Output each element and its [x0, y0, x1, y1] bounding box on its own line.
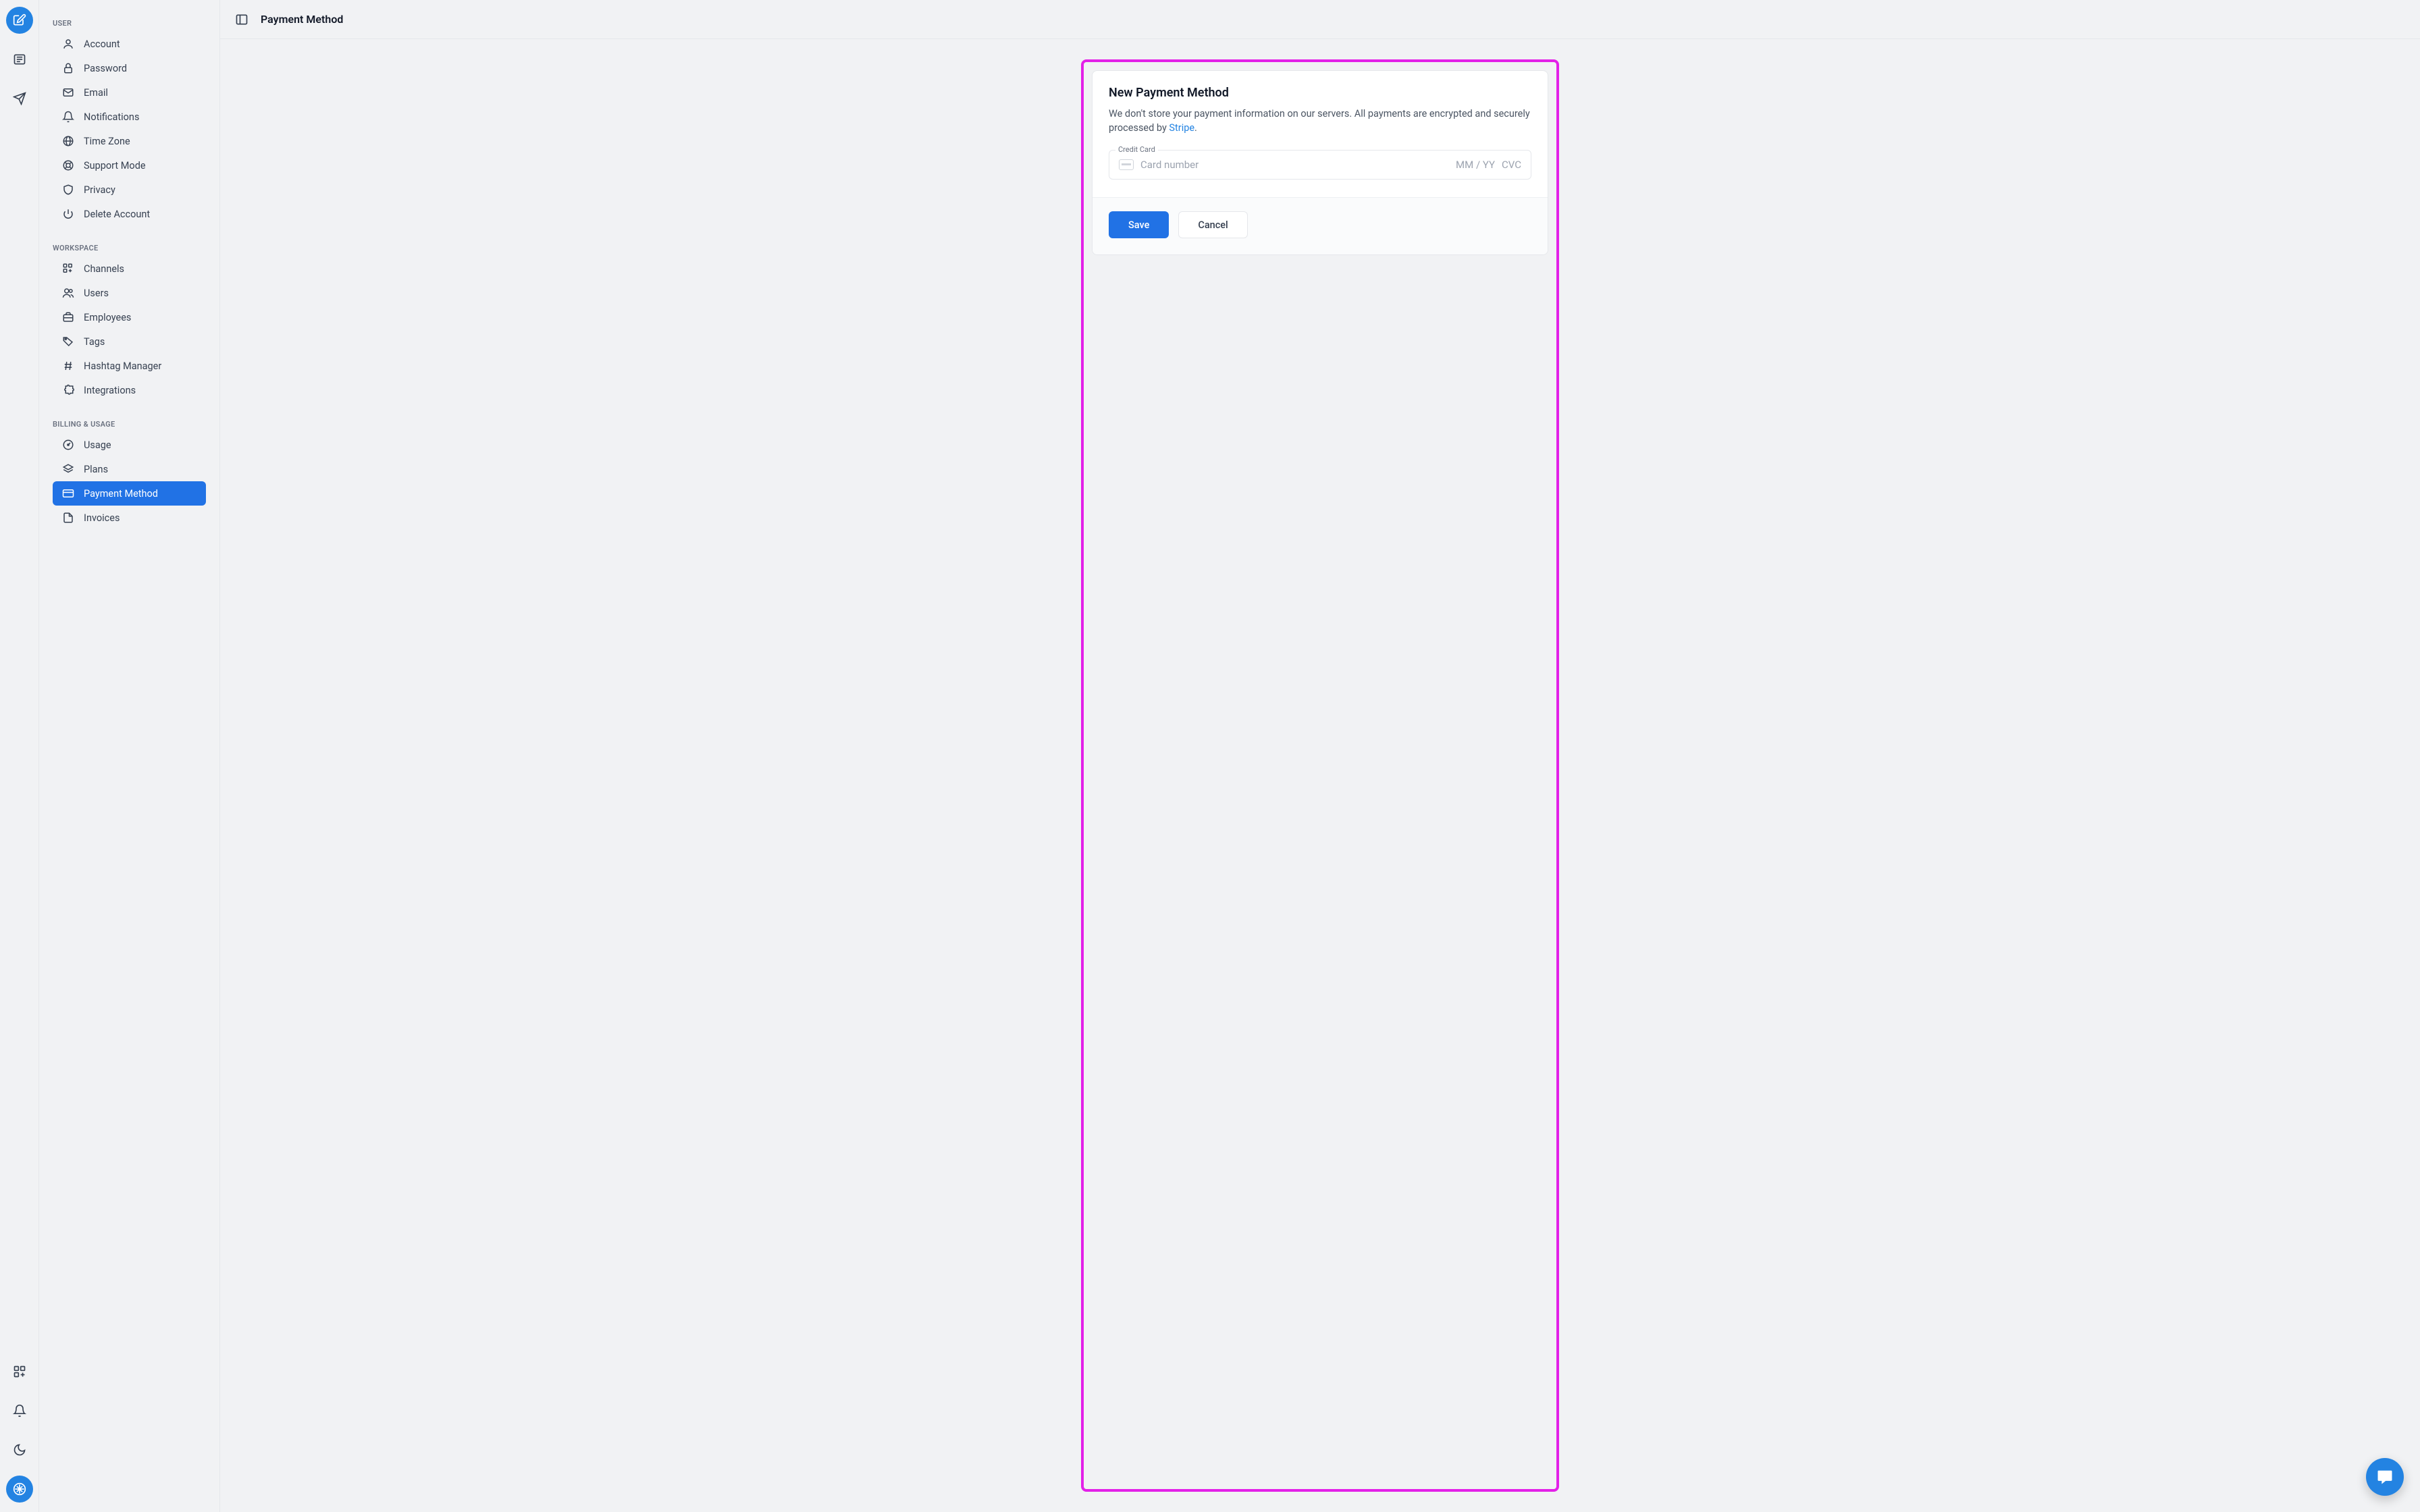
- save-button[interactable]: Save: [1109, 211, 1169, 238]
- sidebar-item-label: Plans: [84, 464, 108, 475]
- briefcase-icon: [62, 311, 74, 323]
- card-brand-icon: [1119, 159, 1134, 170]
- sidebar-item-label: Users: [84, 288, 109, 299]
- icon-rail: [0, 0, 39, 1512]
- sidebar-item-label: Password: [84, 63, 127, 74]
- sidebar-item-label: Delete Account: [84, 209, 150, 220]
- stripe-link[interactable]: Stripe: [1169, 122, 1194, 134]
- bell-icon: [13, 1404, 26, 1418]
- chat-launcher[interactable]: [2366, 1458, 2404, 1496]
- sidebar-item-label: Notifications: [84, 111, 139, 123]
- sidebar-item-tags[interactable]: Tags: [53, 329, 206, 354]
- mail-icon: [62, 86, 74, 99]
- sidebar-item-notifications[interactable]: Notifications: [53, 105, 206, 129]
- sidebar-item-label: Hashtag Manager: [84, 360, 161, 372]
- credit-card-field-wrap: Credit Card Card number MM / YY CVC: [1109, 150, 1531, 180]
- credit-card-icon: [62, 487, 74, 500]
- sidebar-item-timezone[interactable]: Time Zone: [53, 129, 206, 153]
- shield-icon: [62, 184, 74, 196]
- payment-card: New Payment Method We don't store your p…: [1092, 70, 1548, 255]
- page-title: Payment Method: [261, 13, 343, 26]
- layers-icon: [62, 463, 74, 475]
- topbar: Payment Method: [220, 0, 2420, 39]
- sidebar-item-privacy[interactable]: Privacy: [53, 178, 206, 202]
- highlight-frame: New Payment Method We don't store your p…: [1081, 59, 1559, 1492]
- credit-card-input[interactable]: Card number MM / YY CVC: [1109, 150, 1531, 180]
- app-logo[interactable]: [6, 1476, 33, 1503]
- puzzle-icon: [62, 384, 74, 396]
- grid-plus-icon: [62, 263, 74, 275]
- send-button[interactable]: [6, 85, 33, 112]
- gauge-icon: [62, 439, 74, 451]
- sidebar-item-delete-account[interactable]: Delete Account: [53, 202, 206, 226]
- tag-icon: [62, 335, 74, 348]
- news-button[interactable]: [6, 46, 33, 73]
- desc-post: .: [1194, 122, 1197, 134]
- sidebar-item-integrations[interactable]: Integrations: [53, 378, 206, 402]
- settings-sidebar: USER Account Password Email Notification…: [39, 0, 220, 1512]
- moon-icon: [13, 1443, 26, 1457]
- hash-icon: [62, 360, 74, 372]
- apps-button[interactable]: [6, 1358, 33, 1385]
- power-icon: [62, 208, 74, 220]
- card-number-placeholder: Card number: [1140, 159, 1449, 171]
- sidebar-item-label: Invoices: [84, 512, 120, 524]
- alerts-button[interactable]: [6, 1397, 33, 1424]
- apps-icon: [13, 1365, 26, 1378]
- main-panel: Payment Method New Payment Method We don…: [220, 0, 2420, 1512]
- sidebar-item-usage[interactable]: Usage: [53, 433, 206, 457]
- sidebar-item-label: Channels: [84, 263, 124, 275]
- sidebar-item-label: Privacy: [84, 184, 115, 196]
- send-icon: [13, 92, 26, 105]
- sidebar-item-plans[interactable]: Plans: [53, 457, 206, 481]
- sidebar-item-label: Support Mode: [84, 160, 146, 171]
- sidebar-item-label: Time Zone: [84, 136, 130, 147]
- sidebar-item-hashtag-manager[interactable]: Hashtag Manager: [53, 354, 206, 378]
- file-icon: [62, 512, 74, 524]
- users-icon: [62, 287, 74, 299]
- content-area: New Payment Method We don't store your p…: [220, 39, 2420, 1512]
- sidebar-item-users[interactable]: Users: [53, 281, 206, 305]
- section-label-user: USER: [53, 19, 206, 28]
- lock-icon: [62, 62, 74, 74]
- sidebar-item-label: Email: [84, 87, 108, 99]
- life-buoy-icon: [62, 159, 74, 171]
- sidebar-item-channels[interactable]: Channels: [53, 256, 206, 281]
- card-description: We don't store your payment information …: [1109, 107, 1531, 135]
- card-title: New Payment Method: [1109, 86, 1531, 100]
- card-cvc-placeholder: CVC: [1502, 159, 1521, 171]
- user-icon: [62, 38, 74, 50]
- globe-icon: [62, 135, 74, 147]
- section-label-workspace: WORKSPACE: [53, 244, 206, 252]
- sidebar-item-account[interactable]: Account: [53, 32, 206, 56]
- compose-button[interactable]: [6, 7, 33, 34]
- edit-icon: [13, 14, 26, 27]
- section-label-billing: BILLING & USAGE: [53, 420, 206, 429]
- sidebar-item-label: Usage: [84, 439, 111, 451]
- sidebar-item-label: Tags: [84, 336, 105, 348]
- card-footer: Save Cancel: [1093, 197, 1548, 254]
- sidebar-item-password[interactable]: Password: [53, 56, 206, 80]
- card-expiry-placeholder: MM / YY: [1456, 159, 1495, 171]
- sidebar-item-support-mode[interactable]: Support Mode: [53, 153, 206, 178]
- chat-icon: [2375, 1467, 2394, 1486]
- news-icon: [13, 53, 26, 66]
- bell-icon: [62, 111, 74, 123]
- sidebar-item-payment-method[interactable]: Payment Method: [53, 481, 206, 506]
- sidebar-item-label: Payment Method: [84, 488, 158, 500]
- field-label: Credit Card: [1115, 145, 1158, 154]
- theme-button[interactable]: [6, 1436, 33, 1463]
- cancel-button[interactable]: Cancel: [1178, 211, 1247, 238]
- sidebar-item-invoices[interactable]: Invoices: [53, 506, 206, 530]
- logo-icon: [13, 1482, 26, 1496]
- sidebar-item-label: Account: [84, 38, 120, 50]
- toggle-sidebar-icon[interactable]: [235, 13, 248, 26]
- sidebar-item-employees[interactable]: Employees: [53, 305, 206, 329]
- sidebar-item-email[interactable]: Email: [53, 80, 206, 105]
- sidebar-item-label: Integrations: [84, 385, 136, 396]
- sidebar-item-label: Employees: [84, 312, 131, 323]
